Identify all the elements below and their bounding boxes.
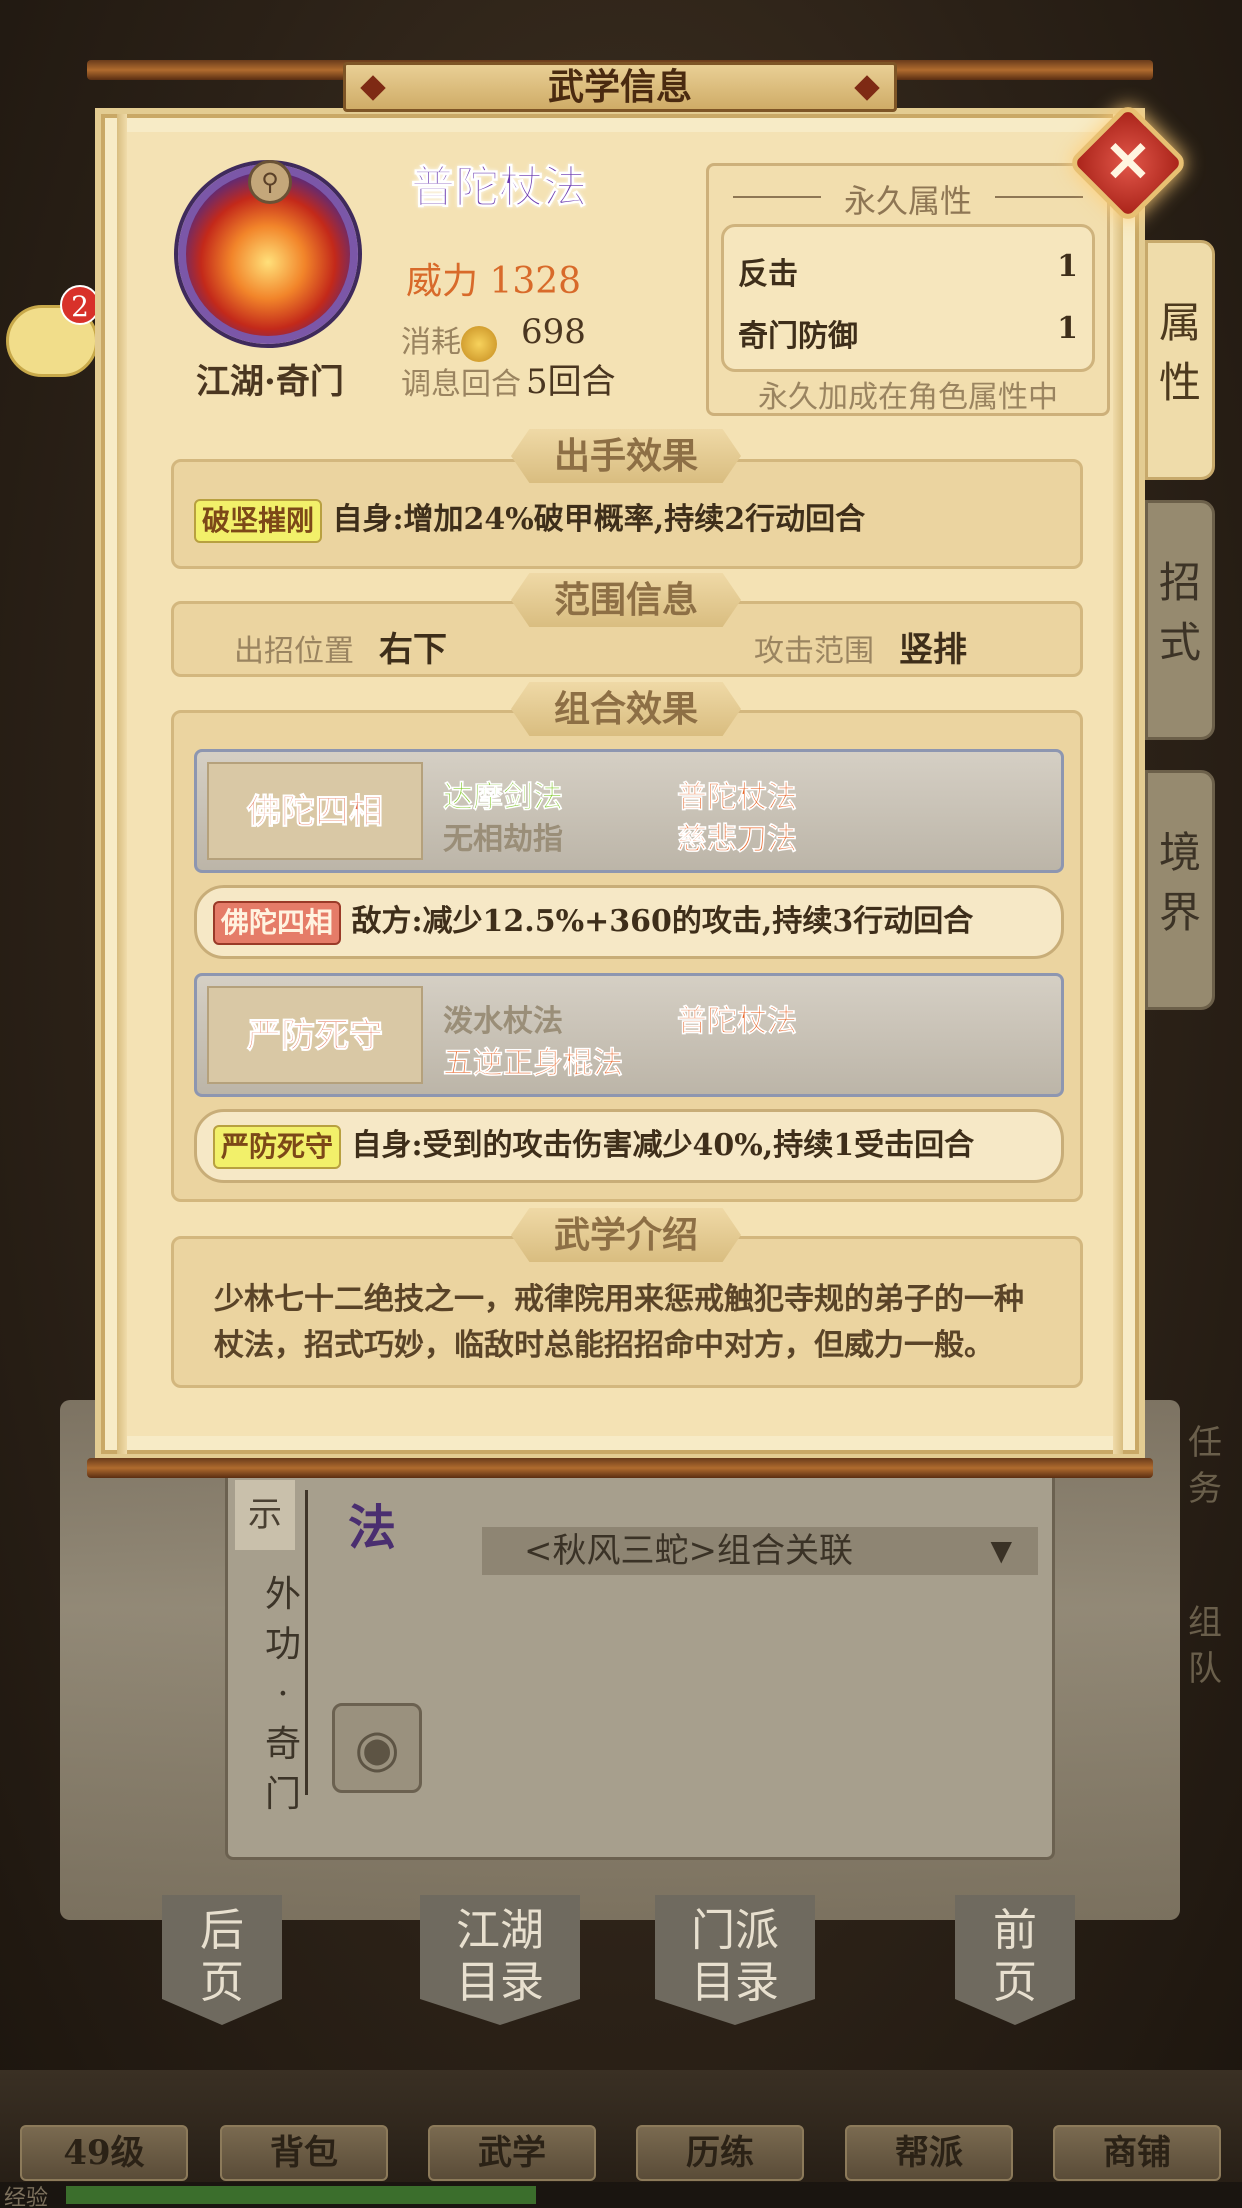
cost-value: 698 bbox=[521, 312, 586, 352]
attack-effect-header: 出手效果 bbox=[511, 429, 741, 483]
prev-page-button[interactable]: 后页 bbox=[162, 1895, 282, 2025]
tab-moves[interactable]: 招式 bbox=[1145, 500, 1215, 740]
combo-member: 慈悲刀法 bbox=[677, 822, 798, 858]
diamond-ornament-icon bbox=[360, 75, 386, 101]
permanent-attributes-title: 永久属性 bbox=[709, 176, 1107, 222]
combo-member: 五逆正身棍法 bbox=[443, 1046, 624, 1082]
background-divider bbox=[305, 1490, 308, 1795]
combo-relation-dropdown[interactable]: <秋风三蛇>组合关联 ▼ bbox=[482, 1527, 1038, 1575]
next-page-button[interactable]: 前页 bbox=[955, 1895, 1075, 2025]
skill-category: 江湖·奇门 bbox=[196, 362, 344, 402]
scroll-rod-bottom bbox=[87, 1458, 1153, 1478]
team-side-button[interactable]: 组队 bbox=[1180, 1600, 1230, 1692]
attack-effect-line: 破坚摧刚 自身:增加24%破甲概率,持续2行动回合 bbox=[194, 494, 865, 543]
dialog-title: 武学信息 bbox=[343, 62, 897, 112]
combo-member: 达摩剑法 bbox=[443, 780, 564, 816]
martial-info-dialog: ⚲ 江湖·奇门 普陀杖法 威力 1328 消耗 698 调息回合 5回合 永久属… bbox=[87, 60, 1153, 1485]
sect-catalog-button[interactable]: 门派目录 bbox=[655, 1895, 815, 2025]
dialog-paper: ⚲ 江湖·奇门 普陀杖法 威力 1328 消耗 698 调息回合 5回合 永久属… bbox=[95, 108, 1145, 1460]
skill-name: 普陀杖法 bbox=[411, 162, 588, 214]
position-label: 出招位置 bbox=[234, 634, 354, 669]
nav-shop-button[interactable]: 商铺 bbox=[1053, 2125, 1221, 2181]
skill-slot-icon: ⚲ bbox=[248, 160, 292, 204]
xp-fill bbox=[66, 2186, 536, 2204]
combo-name: 佛陀四相 bbox=[207, 762, 423, 860]
permanent-attributes-list: 反击 1 奇门防御 1 bbox=[721, 224, 1095, 372]
background-category-vertical: 外 功 · 奇 门 bbox=[264, 1574, 301, 1815]
combo-effect: 严防死守 自身:受到的攻击伤害减少40%,持续1受击回合 bbox=[194, 1109, 1064, 1183]
nav-bag-button[interactable]: 背包 bbox=[220, 2125, 388, 2181]
attack-effect-tag: 破坚摧刚 bbox=[194, 499, 323, 543]
range-header: 范围信息 bbox=[511, 573, 741, 627]
tab-attributes[interactable]: 属性 bbox=[1145, 240, 1215, 480]
combo-card[interactable]: 佛陀四相 达摩剑法 普陀杖法 无相劫指 慈悲刀法 bbox=[194, 749, 1064, 873]
nav-martial-button[interactable]: 武学 bbox=[428, 2125, 596, 2181]
combo-panel: 佛陀四相 达摩剑法 普陀杖法 无相劫指 慈悲刀法 佛陀四相 敌方:减少12.5%… bbox=[171, 710, 1083, 1202]
combo-member: 普陀杖法 bbox=[677, 1004, 798, 1040]
task-side-button[interactable]: 任务 bbox=[1180, 1420, 1230, 1512]
intro-header: 武学介绍 bbox=[511, 1208, 741, 1262]
area-label: 攻击范围 bbox=[754, 634, 874, 669]
combo-effect-tag: 佛陀四相 bbox=[213, 901, 342, 945]
combo-member: 无相劫指 bbox=[443, 822, 563, 857]
intro-text: 少林七十二绝技之一，戒律院用来惩戒触犯寺规的弟子的一种杖法，招式巧妙，临敌时总能… bbox=[214, 1282, 1024, 1363]
diamond-ornament-icon bbox=[854, 75, 880, 101]
area-value: 竖排 bbox=[899, 630, 967, 670]
rest-value: 5回合 bbox=[526, 362, 616, 402]
combo-member: 普陀杖法 bbox=[677, 780, 798, 816]
cost-label: 消耗 bbox=[401, 317, 497, 362]
permanent-attributes-footer: 永久加成在角色属性中 bbox=[758, 380, 1058, 415]
chevron-down-icon: ▼ bbox=[990, 1534, 1012, 1567]
combo-name: 严防死守 bbox=[207, 986, 423, 1084]
tab-realm[interactable]: 境界 bbox=[1145, 770, 1215, 1010]
background-skill-fragment: 法 bbox=[348, 1500, 397, 1556]
chat-badge: 2 bbox=[60, 285, 100, 325]
combo-member: 泼水杖法 bbox=[443, 1004, 563, 1039]
perm-row: 奇门防御 1 bbox=[738, 311, 1078, 354]
combo-effect: 佛陀四相 敌方:减少12.5%+360的攻击,持续3行动回合 bbox=[194, 885, 1064, 959]
coin-icon bbox=[461, 326, 497, 362]
combo-card[interactable]: 严防死守 泼水杖法 普陀杖法 五逆正身棍法 bbox=[194, 973, 1064, 1097]
eye-icon[interactable]: ◉ bbox=[332, 1703, 422, 1793]
combo-effect-tag: 严防死守 bbox=[213, 1125, 342, 1169]
permanent-attributes-box: 永久属性 反击 1 奇门防御 1 永久加成在角色属性中 bbox=[706, 163, 1110, 416]
position-value: 右下 bbox=[379, 630, 447, 670]
jianghu-catalog-button[interactable]: 江湖目录 bbox=[420, 1895, 580, 2025]
perm-row: 反击 1 bbox=[738, 249, 1078, 292]
rest-label: 调息回合 bbox=[401, 367, 521, 402]
skill-power: 威力 1328 bbox=[406, 261, 582, 302]
nav-training-button[interactable]: 历练 bbox=[636, 2125, 804, 2181]
nav-level-button[interactable]: 49级 bbox=[20, 2125, 188, 2181]
skill-icon: ⚲ bbox=[178, 160, 358, 344]
combo-header: 组合效果 bbox=[511, 682, 741, 736]
nav-guild-button[interactable]: 帮派 bbox=[845, 2125, 1013, 2181]
xp-label: 经验 bbox=[4, 2186, 49, 2208]
background-side-tag: 示 bbox=[235, 1480, 295, 1550]
